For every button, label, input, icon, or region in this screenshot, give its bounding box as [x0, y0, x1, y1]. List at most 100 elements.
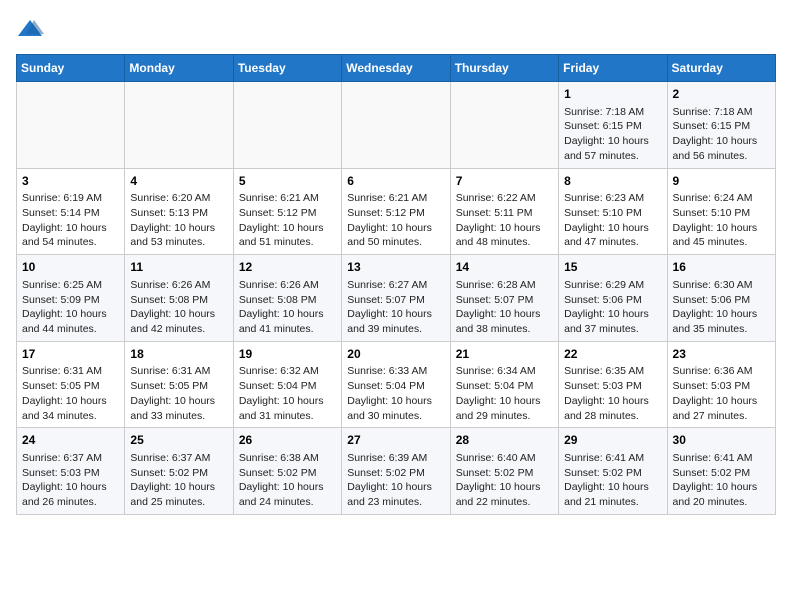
day-info-line: Sunset: 5:07 PM: [347, 293, 444, 308]
day-number: 2: [673, 86, 770, 103]
day-info-line: Sunset: 5:03 PM: [564, 379, 661, 394]
day-info-line: Daylight: 10 hours and 51 minutes.: [239, 221, 336, 250]
day-info-line: Sunset: 5:11 PM: [456, 206, 553, 221]
day-info-line: Sunset: 5:04 PM: [456, 379, 553, 394]
day-info-line: Sunrise: 6:34 AM: [456, 364, 553, 379]
day-info-line: Sunrise: 6:26 AM: [130, 278, 227, 293]
calendar-cell: 9Sunrise: 6:24 AMSunset: 5:10 PMDaylight…: [667, 168, 775, 255]
day-number: 15: [564, 259, 661, 276]
day-number: 25: [130, 432, 227, 449]
calendar-cell: 1 Sunrise: 7:18 AMSunset: 6:15 PMDaylight…: [559, 82, 667, 169]
day-info-line: Sunrise: 7:18 AM: [564, 105, 661, 120]
day-info-line: Sunrise: 6:37 AM: [130, 451, 227, 466]
day-number: 1: [564, 86, 661, 103]
calendar-cell: 17Sunrise: 6:31 AMSunset: 5:05 PMDayligh…: [17, 341, 125, 428]
day-number: 27: [347, 432, 444, 449]
day-info-line: Daylight: 10 hours and 28 minutes.: [564, 394, 661, 423]
calendar-cell: [233, 82, 341, 169]
day-info-line: Sunset: 5:05 PM: [130, 379, 227, 394]
calendar-cell: 7Sunrise: 6:22 AMSunset: 5:11 PMDaylight…: [450, 168, 558, 255]
calendar-cell: 27Sunrise: 6:39 AMSunset: 5:02 PMDayligh…: [342, 428, 450, 515]
day-info-line: Sunset: 6:15 PM: [564, 119, 661, 134]
calendar-cell: 15Sunrise: 6:29 AMSunset: 5:06 PMDayligh…: [559, 255, 667, 342]
day-info-line: Sunrise: 6:39 AM: [347, 451, 444, 466]
day-info-line: Sunset: 5:08 PM: [239, 293, 336, 308]
day-number: 22: [564, 346, 661, 363]
day-info-line: Daylight: 10 hours and 37 minutes.: [564, 307, 661, 336]
day-info-line: Sunrise: 6:38 AM: [239, 451, 336, 466]
calendar-cell: [17, 82, 125, 169]
day-number: 19: [239, 346, 336, 363]
day-number: 12: [239, 259, 336, 276]
day-info-line: Sunrise: 6:41 AM: [564, 451, 661, 466]
day-info-line: Sunrise: 6:31 AM: [22, 364, 119, 379]
day-info-line: Daylight: 10 hours and 54 minutes.: [22, 221, 119, 250]
day-number: 16: [673, 259, 770, 276]
day-info-line: Sunset: 5:08 PM: [130, 293, 227, 308]
day-info-line: Sunset: 5:02 PM: [347, 466, 444, 481]
day-info-line: Sunset: 5:04 PM: [239, 379, 336, 394]
day-info-line: Sunrise: 6:26 AM: [239, 278, 336, 293]
day-info-line: Daylight: 10 hours and 21 minutes.: [564, 480, 661, 509]
day-info-line: Sunset: 5:02 PM: [673, 466, 770, 481]
logo: [16, 16, 48, 44]
day-number: 26: [239, 432, 336, 449]
day-info-line: Daylight: 10 hours and 38 minutes.: [456, 307, 553, 336]
weekday-header: Sunday: [17, 55, 125, 82]
day-info-line: Daylight: 10 hours and 48 minutes.: [456, 221, 553, 250]
calendar-cell: [450, 82, 558, 169]
day-number: 4: [130, 173, 227, 190]
day-info-line: Daylight: 10 hours and 57 minutes.: [564, 134, 661, 163]
day-info-line: Sunrise: 6:21 AM: [347, 191, 444, 206]
calendar-week-row: 3Sunrise: 6:19 AMSunset: 5:14 PMDaylight…: [17, 168, 776, 255]
day-info-line: Sunset: 5:10 PM: [673, 206, 770, 221]
day-info-line: Sunset: 6:15 PM: [673, 119, 770, 134]
day-info-line: Sunrise: 7:18 AM: [673, 105, 770, 120]
day-info-line: Sunset: 5:02 PM: [239, 466, 336, 481]
day-number: 6: [347, 173, 444, 190]
weekday-header: Monday: [125, 55, 233, 82]
day-info-line: Daylight: 10 hours and 33 minutes.: [130, 394, 227, 423]
day-info-line: Sunset: 5:13 PM: [130, 206, 227, 221]
day-info-line: Daylight: 10 hours and 35 minutes.: [673, 307, 770, 336]
calendar-cell: 26Sunrise: 6:38 AMSunset: 5:02 PMDayligh…: [233, 428, 341, 515]
day-info-line: Sunset: 5:02 PM: [456, 466, 553, 481]
day-info-line: Sunrise: 6:20 AM: [130, 191, 227, 206]
weekday-header: Thursday: [450, 55, 558, 82]
calendar-cell: 23Sunrise: 6:36 AMSunset: 5:03 PMDayligh…: [667, 341, 775, 428]
calendar-cell: 2Sunrise: 7:18 AMSunset: 6:15 PMDaylight…: [667, 82, 775, 169]
calendar-cell: 22Sunrise: 6:35 AMSunset: 5:03 PMDayligh…: [559, 341, 667, 428]
day-info-line: Sunrise: 6:35 AM: [564, 364, 661, 379]
calendar-cell: 14Sunrise: 6:28 AMSunset: 5:07 PMDayligh…: [450, 255, 558, 342]
day-info-line: Sunrise: 6:37 AM: [22, 451, 119, 466]
day-number: 17: [22, 346, 119, 363]
calendar-cell: 30Sunrise: 6:41 AMSunset: 5:02 PMDayligh…: [667, 428, 775, 515]
day-info-line: Daylight: 10 hours and 26 minutes.: [22, 480, 119, 509]
day-info-line: Daylight: 10 hours and 41 minutes.: [239, 307, 336, 336]
day-info-line: Daylight: 10 hours and 50 minutes.: [347, 221, 444, 250]
calendar-cell: 5Sunrise: 6:21 AMSunset: 5:12 PMDaylight…: [233, 168, 341, 255]
day-info-line: Daylight: 10 hours and 31 minutes.: [239, 394, 336, 423]
day-info-line: Daylight: 10 hours and 29 minutes.: [456, 394, 553, 423]
day-info-line: Sunset: 5:06 PM: [564, 293, 661, 308]
day-info-line: Daylight: 10 hours and 45 minutes.: [673, 221, 770, 250]
day-number: 28: [456, 432, 553, 449]
day-info-line: Sunset: 5:03 PM: [673, 379, 770, 394]
calendar-cell: 8Sunrise: 6:23 AMSunset: 5:10 PMDaylight…: [559, 168, 667, 255]
day-info-line: Sunrise: 6:27 AM: [347, 278, 444, 293]
day-info-line: Sunset: 5:10 PM: [564, 206, 661, 221]
day-info-line: Daylight: 10 hours and 39 minutes.: [347, 307, 444, 336]
day-info-line: Daylight: 10 hours and 22 minutes.: [456, 480, 553, 509]
day-info-line: Sunset: 5:14 PM: [22, 206, 119, 221]
day-number: 14: [456, 259, 553, 276]
day-info-line: Sunrise: 6:19 AM: [22, 191, 119, 206]
day-info-line: Sunrise: 6:32 AM: [239, 364, 336, 379]
calendar-header-row: SundayMondayTuesdayWednesdayThursdayFrid…: [17, 55, 776, 82]
day-info-line: Sunrise: 6:30 AM: [673, 278, 770, 293]
day-info-line: Daylight: 10 hours and 27 minutes.: [673, 394, 770, 423]
day-number: 18: [130, 346, 227, 363]
day-info-line: Sunset: 5:03 PM: [22, 466, 119, 481]
calendar-cell: [125, 82, 233, 169]
calendar-cell: 24Sunrise: 6:37 AMSunset: 5:03 PMDayligh…: [17, 428, 125, 515]
day-info-line: Sunset: 5:07 PM: [456, 293, 553, 308]
